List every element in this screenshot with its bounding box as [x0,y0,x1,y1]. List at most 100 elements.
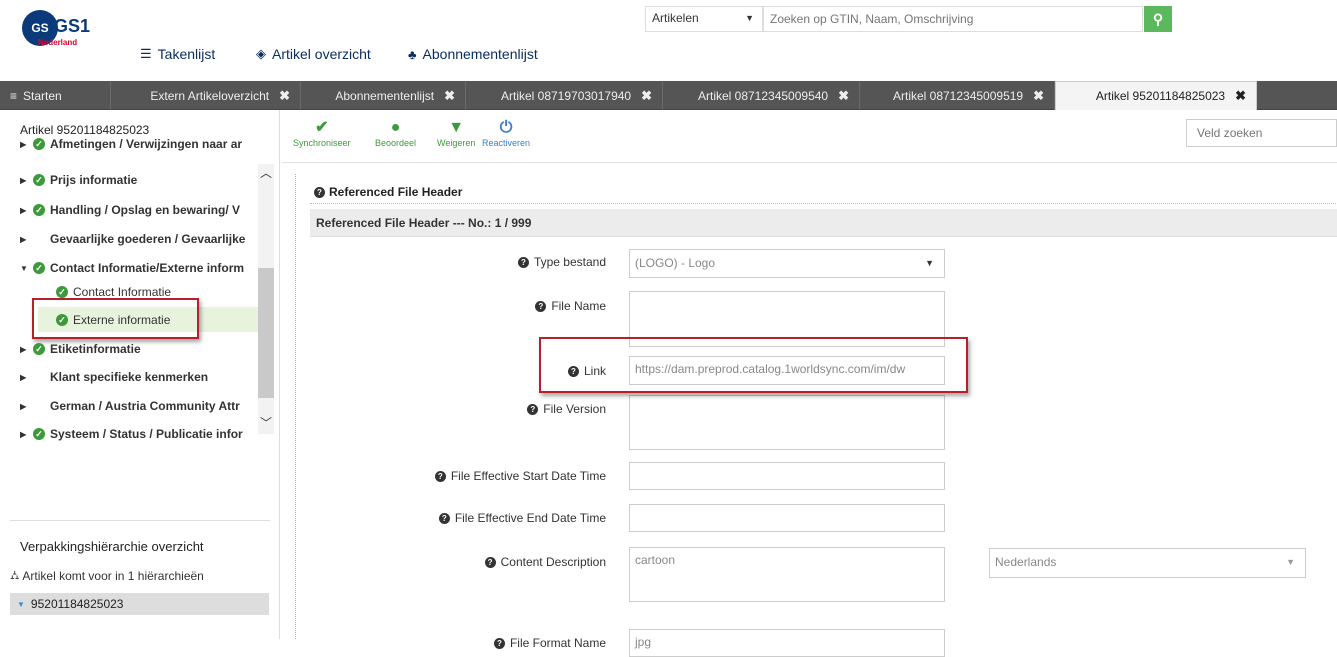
file-version-textarea[interactable] [629,395,945,450]
divider [10,520,270,521]
question-circle-icon[interactable]: ? [434,470,446,482]
question-circle-icon[interactable]: ? [493,637,505,649]
chevron-down-icon: ▼ [1286,557,1295,567]
tab-artikel-95201184825023[interactable]: Artikel 95201184825023 ✖ [1055,81,1257,110]
field-label: Type bestand [533,255,606,269]
file-name-label: ? File Name [535,299,606,313]
cube-icon: ◈ [256,46,266,61]
caret-right-icon: ▶ [20,372,27,382]
hierarchy-summary-text: Artikel komt voor in 1 hiërarchieën [22,569,204,583]
nav-label: Takenlijst [157,46,216,62]
tree-item-gevaarlijke-goederen[interactable]: ▶ Gevaarlijke goederen / Gevaarlijke [20,232,258,246]
sitemap-icon: ⛼ [10,568,20,582]
tab-label: Artikel 08719703017940 [500,88,632,103]
caret-right-icon: ▶ [20,205,27,215]
synchroniseer-button[interactable]: ✔ Synchroniseer [293,118,351,148]
close-icon[interactable]: ✖ [1033,88,1044,104]
caret-down-icon: ▼ [17,599,25,609]
file-format-label: ? File Format Name [493,636,606,650]
tree-item-klant-specifieke[interactable]: ▶ Klant specifieke kenmerken [20,370,258,384]
tab-extern-artikeloverzicht[interactable]: Extern Artikeloverzicht ✖ [111,81,301,110]
search-button[interactable]: ⚲ [1144,6,1172,32]
close-icon[interactable]: ✖ [641,88,652,104]
type-bestand-label: ? Type bestand [517,255,606,269]
tree-item-afmetingen[interactable]: ▶ ✓ Afmetingen / Verwijzingen naar ar [20,137,258,151]
search-input[interactable] [763,6,1143,32]
scroll-down-icon[interactable]: ﹀ [260,414,272,431]
caret-right-icon: ▶ [20,401,27,411]
nav-abonnementenlijst[interactable]: ♣ Abonnementenlijst [408,46,538,62]
exclamation-icon: ● [390,119,401,136]
tab-label: Abonnementenlijst [335,88,435,103]
tree-item-handling[interactable]: ▶ ✓ Handling / Opslag en bewaring/ V [20,203,258,217]
caret-right-icon: ▶ [20,344,27,354]
tab-artikel-08712345009519[interactable]: Artikel 08712345009519 ✖ [860,81,1055,110]
tab-artikel-08719703017940[interactable]: Artikel 08719703017940 ✖ [466,81,663,110]
close-icon[interactable]: ✖ [838,88,849,104]
tab-label: Artikel 95201184825023 [1095,89,1226,103]
end-date-label: ? File Effective End Date Time [438,511,606,525]
nav-label: Artikel overzicht [272,46,371,62]
tree-item-label: Etiketinformatie [50,343,141,355]
tab-label: Starten [23,88,62,103]
button-label: Synchroniseer [293,138,351,148]
beoordeel-button[interactable]: ● Beoordeel [375,118,416,148]
caret-down-icon: ▼ [20,263,28,273]
list-icon: ☰ [140,46,152,61]
tree-item-prijs-informatie[interactable]: ▶ ✓ Prijs informatie [20,173,258,187]
type-bestand-select[interactable]: (LOGO) - Logo ▼ [629,249,945,278]
file-format-input[interactable]: jpg [629,629,945,657]
content-description-textarea[interactable]: cartoon [629,547,945,602]
tab-label: Artikel 08712345009519 [892,88,1024,103]
select-value: Nederlands [995,555,1057,569]
power-icon: ⏻ [499,119,513,136]
nav-artikel-overzicht[interactable]: ◈ Artikel overzicht [256,46,371,62]
tab-abonnementenlijst[interactable]: Abonnementenlijst ✖ [301,81,466,110]
caret-right-icon: ▶ [20,139,27,149]
weigeren-button[interactable]: ▼ Weigeren [437,118,475,148]
close-icon[interactable]: ✖ [279,88,290,104]
tab-label: Extern Artikeloverzicht [150,88,270,103]
tree-item-label: Afmetingen / Verwijzingen naar ar [50,137,243,151]
tab-starten[interactable]: ≡ Starten [0,81,111,110]
search-icon: ⚲ [1152,10,1164,27]
chevron-down-icon: ▼ [745,13,754,23]
check-circle-icon: ✓ [33,138,45,150]
question-circle-icon[interactable]: ? [517,256,529,268]
tab-bar: ≡ Starten Extern Artikeloverzicht ✖ Abon… [0,81,1337,110]
tree-subitem-label: Contact Informatie [73,285,172,299]
reactiveren-button[interactable]: ⏻ Reactiveren [482,118,530,148]
tree-item-contact-informatie-externe[interactable]: ▼ ✓ Contact Informatie/Externe inform [20,261,258,275]
nav-takenlijst[interactable]: ☰ Takenlijst [140,46,215,62]
field-search-input[interactable] [1186,119,1337,147]
scroll-thumb[interactable] [258,268,274,398]
close-icon[interactable]: ✖ [444,88,455,104]
tree-item-systeem-status[interactable]: ▶ ✓ Systeem / Status / Publicatie infor [20,427,258,441]
question-circle-icon[interactable]: ? [438,512,450,524]
start-date-input[interactable] [629,462,945,490]
search-category-select[interactable]: Artikelen ▼ [645,6,763,32]
thumbs-down-icon: ▼ [448,119,465,136]
question-circle-icon[interactable]: ? [527,403,539,415]
question-circle-icon[interactable]: ? [535,300,547,312]
tree-item-etiketinformatie[interactable]: ▶ ✓ Etiketinformatie [20,343,258,355]
tree-item-label: Handling / Opslag en bewaring/ V [50,203,241,217]
action-toolbar: ✔ Synchroniseer ● Beoordeel ▼ Weigeren ⏻… [282,110,1337,163]
scroll-up-icon[interactable]: ︿ [260,164,272,181]
logo-subtitle: Nederland [38,38,78,47]
tab-label: Artikel 08712345009540 [697,88,829,103]
gs1-logo[interactable]: GS GS1 Nederland [22,10,114,50]
tree-scrollbar[interactable]: ︿ ﹀ [258,164,274,434]
users-icon: ♣ [408,46,417,62]
tab-artikel-08712345009540[interactable]: Artikel 08712345009540 ✖ [663,81,860,110]
hierarchy-item[interactable]: ▼ 95201184825023 [10,593,269,615]
question-circle-icon[interactable]: ? [314,186,325,198]
tree-subitem-contact-informatie[interactable]: ✓ Contact Informatie [56,285,171,299]
content-language-select[interactable]: Nederlands ▼ [989,548,1306,578]
end-date-input[interactable] [629,504,945,532]
tree-item-german-austria[interactable]: ▶ German / Austria Community Attr [20,399,258,413]
question-circle-icon[interactable]: ? [484,556,496,568]
close-icon[interactable]: ✖ [1235,88,1246,104]
tree-item-label: German / Austria Community Attr [50,399,240,413]
field-label: File Version [543,402,606,416]
